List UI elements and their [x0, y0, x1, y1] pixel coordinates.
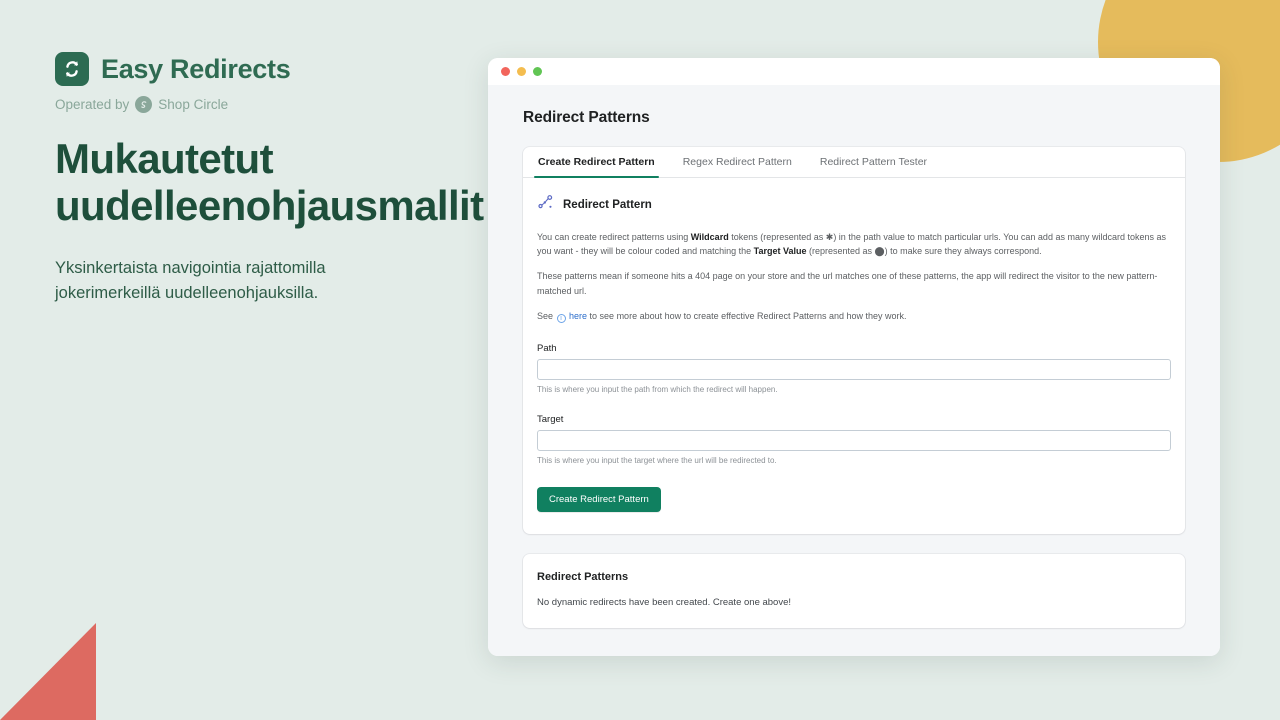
- window-minimize-button[interactable]: [517, 67, 526, 76]
- page-title: Redirect Patterns: [523, 109, 650, 126]
- tab-redirect-pattern-tester[interactable]: Redirect Pattern Tester: [806, 147, 941, 177]
- here-link[interactable]: here: [569, 311, 587, 321]
- target-value-glyph: ⬤: [874, 246, 885, 257]
- brand-row: Easy Redirects: [55, 52, 475, 86]
- target-field-label: Target: [537, 414, 564, 426]
- tab-label: Create Redirect Pattern: [538, 156, 655, 168]
- redirect-patterns-list-card: Redirect Patterns No dynamic redirects h…: [523, 554, 1185, 629]
- shop-circle-icon: [135, 96, 153, 113]
- para1-bold-target-value: Target Value: [753, 246, 807, 257]
- wildcard-description-paragraph: You can create redirect patterns using W…: [537, 230, 1167, 258]
- para1-part4: (represented as: [806, 246, 875, 257]
- operated-by-label: Operated by: [55, 97, 130, 112]
- card-body: Redirect Pattern You can create redirect…: [523, 178, 1185, 534]
- learn-more-paragraph: See i here to see more about how to crea…: [537, 309, 1167, 323]
- path-field-block: Path This is where you input the path fr…: [537, 343, 1171, 394]
- section-title: Redirect Pattern: [563, 199, 652, 211]
- para1-part2: tokens (represented as: [728, 232, 826, 242]
- tab-label: Regex Redirect Pattern: [682, 156, 792, 168]
- para3-part1: See: [537, 310, 556, 321]
- decorative-red-triangle: [0, 623, 96, 720]
- page-root: Easy Redirects Operated by Shop Circle M…: [0, 0, 1280, 720]
- para1-part5: ) to make sure they always correspond.: [884, 246, 1042, 257]
- para1-bold-wildcard: Wildcard: [690, 232, 729, 242]
- window-close-button[interactable]: [501, 67, 510, 76]
- page-headline: Mukautetut uudelleenohjausmallit: [55, 135, 484, 230]
- info-icon: i: [556, 313, 566, 323]
- tab-create-redirect-pattern[interactable]: Create Redirect Pattern: [524, 147, 669, 178]
- target-field-help: This is where you input the target where…: [537, 456, 777, 466]
- operated-by-company: Shop Circle: [158, 97, 229, 112]
- create-redirect-pattern-button[interactable]: Create Redirect Pattern: [537, 487, 661, 513]
- target-input[interactable]: [537, 430, 1171, 452]
- refresh-arrows-icon: [55, 52, 89, 86]
- path-nodes-icon: [537, 194, 554, 216]
- path-input[interactable]: [537, 359, 1171, 381]
- tab-label: Redirect Pattern Tester: [819, 156, 928, 168]
- browser-window: Redirect Patterns Create Redirect Patter…: [488, 58, 1220, 656]
- marketing-panel: Easy Redirects Operated by Shop Circle M…: [55, 52, 484, 307]
- browser-titlebar: [488, 58, 1220, 85]
- operated-by-row: Operated by Shop Circle: [55, 96, 475, 113]
- target-field-block: Target This is where you input the targe…: [537, 414, 1171, 465]
- path-field-label: Path: [537, 343, 557, 355]
- list-empty-message: No dynamic redirects have been created. …: [537, 597, 792, 609]
- app-viewport: Redirect Patterns Create Redirect Patter…: [488, 85, 1220, 656]
- tab-bar: Create Redirect Pattern Regex Redirect P…: [523, 147, 1185, 178]
- list-card-title: Redirect Patterns: [537, 571, 629, 584]
- window-maximize-button[interactable]: [533, 67, 542, 76]
- page-subheadline: Yksinkertaista navigointia rajattomilla …: [55, 258, 326, 303]
- create-redirect-pattern-card: Create Redirect Pattern Regex Redirect P…: [523, 147, 1185, 535]
- path-field-help: This is where you input the path from wh…: [537, 385, 778, 395]
- tab-regex-redirect-pattern[interactable]: Regex Redirect Pattern: [669, 147, 806, 177]
- section-header: Redirect Pattern: [537, 194, 1171, 216]
- 404-description-paragraph: These patterns mean if someone hits a 40…: [537, 271, 1158, 296]
- brand-name: Easy Redirects: [101, 53, 291, 84]
- para1-part1: You can create redirect patterns using: [537, 232, 691, 242]
- para3-part2: to see more about how to create effectiv…: [587, 310, 907, 321]
